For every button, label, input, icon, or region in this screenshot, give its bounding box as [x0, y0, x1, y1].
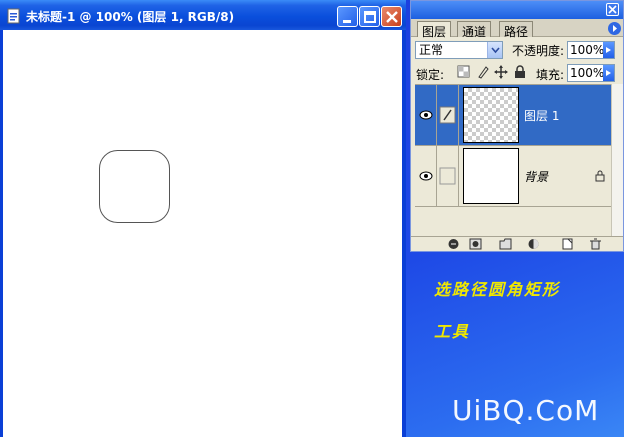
caption-line-2: 工具	[434, 322, 471, 341]
trash-icon[interactable]	[589, 238, 602, 250]
layer-style-icon[interactable]	[469, 238, 482, 250]
opacity-value: 100%	[570, 43, 605, 57]
fill-field[interactable]: 100%	[567, 64, 615, 82]
layer-row[interactable]: 图层 1	[415, 85, 611, 146]
watermark-logo: UiBQ.CoM	[452, 394, 600, 427]
background-area: 图层 通道 路径 正常 不透明度: 100% 锁定: 填充: 100% 图层 1…	[406, 0, 624, 437]
document-window: 未标题-1 @ 100% (图层 1, RGB/8)	[0, 0, 406, 437]
panel-close-button[interactable]	[606, 3, 619, 16]
layers-scrollbar[interactable]	[611, 84, 623, 236]
layer-row[interactable]: 背景	[415, 146, 611, 207]
rounded-rectangle-path[interactable]	[99, 148, 173, 224]
new-layer-icon[interactable]	[561, 238, 574, 250]
add-mask-icon[interactable]	[499, 238, 512, 250]
lock-image-pixels-icon[interactable]	[476, 65, 490, 79]
lock-transparent-pixels-icon[interactable]	[457, 65, 471, 79]
maximize-button[interactable]	[359, 6, 380, 27]
opacity-field[interactable]: 100%	[567, 41, 615, 59]
panel-tabs: 图层 通道 路径	[411, 19, 623, 39]
minimize-button[interactable]	[337, 6, 358, 27]
layers-list: 图层 1 背景	[415, 84, 611, 236]
link-layers-icon[interactable]	[447, 238, 460, 250]
visibility-toggle[interactable]	[415, 85, 437, 145]
panel-titlebar[interactable]	[411, 1, 623, 19]
close-button[interactable]	[381, 6, 402, 27]
opacity-arrow-icon[interactable]	[603, 42, 614, 58]
document-titlebar[interactable]: 未标题-1 @ 100% (图层 1, RGB/8)	[0, 0, 406, 30]
panel-menu-button[interactable]	[608, 22, 621, 35]
layer-link-cell[interactable]	[437, 146, 459, 206]
layers-panel: 图层 通道 路径 正常 不透明度: 100% 锁定: 填充: 100% 图层 1…	[410, 0, 624, 252]
document-title: 未标题-1 @ 100% (图层 1, RGB/8)	[26, 10, 235, 24]
brush-icon	[439, 106, 456, 124]
eye-icon	[419, 110, 433, 120]
chevron-down-icon[interactable]	[487, 42, 502, 58]
layer-thumbnail	[463, 87, 519, 143]
layer-name: 图层 1	[524, 109, 560, 123]
layer-name: 背景	[524, 170, 549, 184]
layer-link-cell[interactable]	[437, 85, 459, 145]
adjustment-layer-icon[interactable]	[527, 238, 540, 250]
photoshop-document-icon	[6, 8, 22, 24]
blend-mode-value: 正常	[419, 43, 444, 57]
tab-layers[interactable]: 图层	[417, 21, 452, 39]
fill-value: 100%	[570, 66, 605, 80]
fill-label: 填充:	[536, 68, 565, 82]
fill-arrow-icon[interactable]	[603, 65, 614, 81]
tab-channels[interactable]: 通道	[457, 21, 492, 39]
panel-bottom-toolbar	[411, 236, 623, 251]
caption-line-1: 选路径圆角矩形	[434, 280, 561, 299]
lock-icon	[595, 170, 605, 185]
eye-icon	[419, 171, 433, 181]
document-canvas[interactable]	[3, 30, 402, 437]
visibility-toggle[interactable]	[415, 146, 437, 206]
blend-mode-select[interactable]: 正常	[415, 41, 503, 59]
opacity-label: 不透明度:	[512, 44, 565, 58]
lock-all-icon[interactable]	[513, 65, 527, 79]
layer-thumbnail	[463, 148, 519, 204]
lock-position-icon[interactable]	[494, 65, 508, 79]
empty-link-icon	[439, 167, 456, 185]
tab-paths[interactable]: 路径	[499, 21, 534, 39]
lock-label: 锁定:	[416, 68, 445, 82]
